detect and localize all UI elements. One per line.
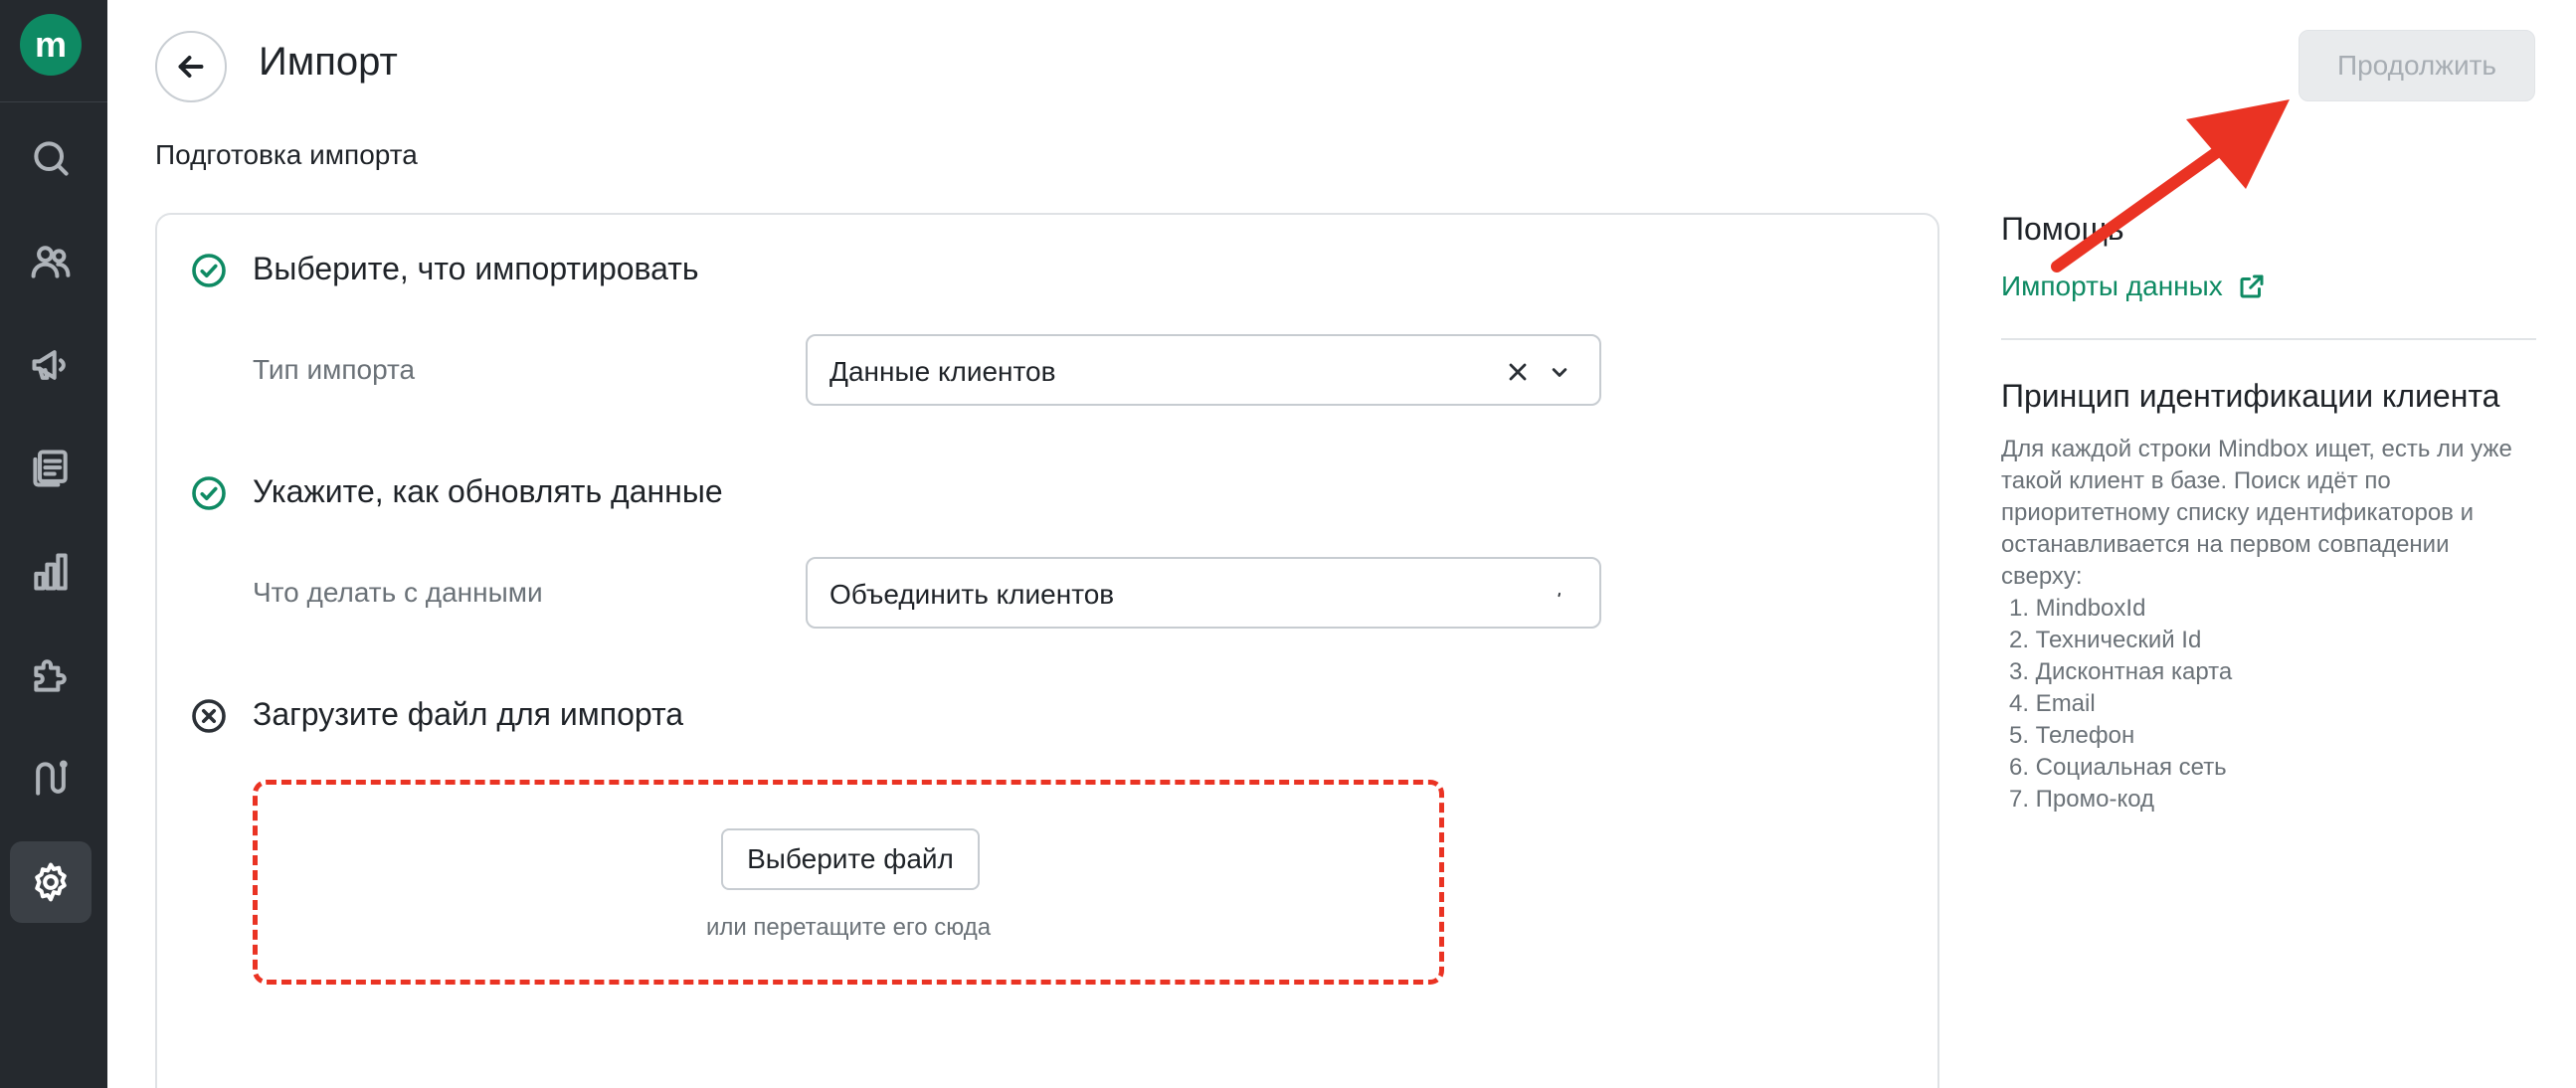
sidebar-item-search[interactable] — [10, 117, 92, 199]
sidebar-item-integrations[interactable] — [10, 635, 92, 716]
bar-chart-icon — [34, 553, 68, 591]
megaphone-icon — [32, 350, 66, 380]
help-link-label: Импорты данных — [2001, 271, 2223, 301]
help-divider — [2001, 338, 2536, 340]
users-icon — [31, 246, 71, 278]
identifier-list: 1. MindboxId 2. Технический Id 3. Дискон… — [2009, 593, 2232, 816]
arrow-left-icon — [178, 56, 204, 78]
help-title: Помощь — [2001, 211, 2124, 247]
puzzle-icon — [34, 659, 67, 692]
chevron-down-icon[interactable] — [1546, 358, 1573, 386]
sidebar-item-clients[interactable] — [10, 221, 92, 302]
sidebar-item-content[interactable] — [10, 428, 92, 509]
search-icon — [34, 141, 69, 176]
list-item: 7. Промо-код — [2009, 786, 2155, 813]
sidebar-divider — [0, 101, 107, 102]
list-item: 3. Дисконтная карта — [2009, 658, 2233, 685]
external-link-icon — [2240, 274, 2264, 298]
list-item: 6. Социальная сеть — [2009, 754, 2227, 781]
route-icon — [36, 760, 68, 796]
gear-icon — [35, 862, 67, 902]
step-title-update-mode: Укажите, как обновлять данные — [253, 473, 723, 509]
page-title: Импорт — [259, 40, 398, 84]
logo[interactable]: m — [20, 14, 82, 76]
back-button[interactable] — [155, 31, 227, 102]
sidebar-item-campaigns[interactable] — [10, 324, 92, 406]
import-type-value: Данные клиентов — [829, 356, 1056, 387]
check-circle-icon — [191, 475, 227, 511]
step-title-import-type: Выберите, что импортировать — [253, 251, 699, 286]
list-item: 2. Технический Id — [2009, 627, 2202, 653]
identification-description: Для каждой строки Mindbox ищет, есть ли … — [2001, 436, 2512, 590]
drop-hint: или перетащите его сюда — [705, 914, 992, 941]
choose-file-button[interactable]: Выберите файл — [721, 828, 980, 890]
update-mode-select[interactable]: Объединить клиентов — [806, 557, 1601, 629]
list-item: 4. Email — [2009, 690, 2096, 717]
sidebar-item-settings[interactable] — [10, 841, 92, 923]
help-link-data-imports[interactable]: Импорты данных — [2001, 271, 2267, 302]
chevron-down-icon[interactable] — [1546, 581, 1573, 609]
list-item: 5. Телефон — [2009, 722, 2135, 749]
list-item: 1. MindboxId — [2009, 595, 2146, 622]
clear-icon[interactable] — [1504, 358, 1532, 386]
sidebar-item-analytics[interactable] — [10, 531, 92, 613]
identification-title: Принцип идентификации клиента — [2001, 378, 2500, 414]
field-label-update-mode: Что делать с данными — [253, 577, 543, 608]
x-circle-icon — [191, 698, 227, 734]
step-title-upload: Загрузите файл для импорта — [253, 696, 684, 732]
check-circle-icon — [191, 253, 227, 288]
update-mode-value: Объединить клиентов — [829, 579, 1115, 610]
field-label-import-type: Тип импорта — [253, 354, 416, 385]
sidebar: m — [0, 0, 107, 1088]
import-type-select[interactable]: Данные клиентов — [806, 334, 1601, 406]
file-dropzone[interactable]: Выберите файл или перетащите его сюда — [253, 780, 1444, 985]
page-subtitle: Подготовка импорта — [155, 139, 418, 170]
sidebar-item-scenarios[interactable] — [10, 738, 92, 819]
document-icon — [33, 450, 68, 487]
continue-button[interactable]: Продолжить — [2299, 30, 2535, 101]
